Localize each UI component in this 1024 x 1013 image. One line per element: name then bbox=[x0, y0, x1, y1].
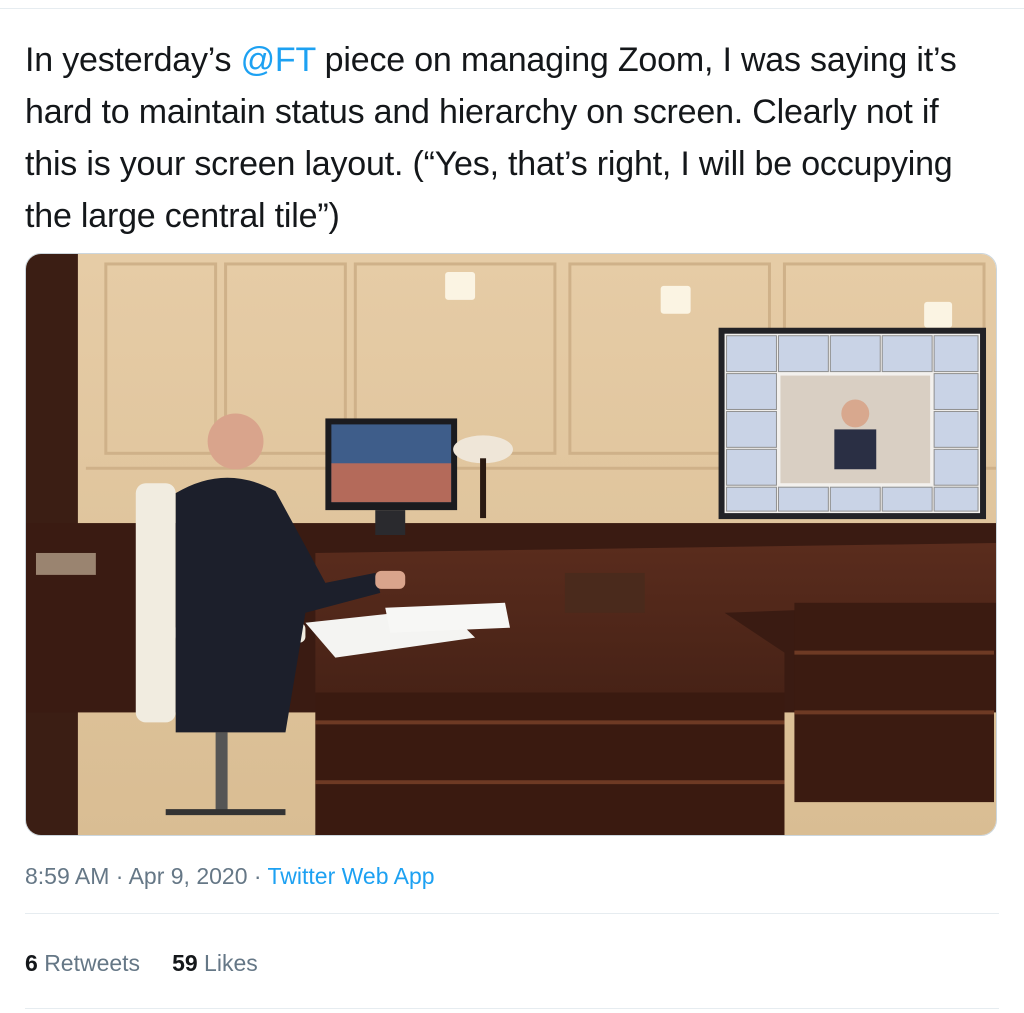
retweets-count: 6 bbox=[25, 950, 38, 976]
tweet-metadata: 8:59 AM · Apr 9, 2020 · Twitter Web App bbox=[25, 863, 435, 890]
likes-label: Likes bbox=[204, 950, 258, 976]
retweets-stat[interactable]: 6 Retweets bbox=[25, 950, 140, 976]
tweet-source-link[interactable]: Twitter Web App bbox=[268, 863, 435, 889]
meta-separator: · bbox=[247, 863, 268, 889]
retweets-label: Retweets bbox=[44, 950, 141, 976]
tweet-text-part-1: In yesterday’s bbox=[25, 41, 241, 79]
stats-divider bbox=[25, 913, 999, 914]
meta-separator: · bbox=[109, 863, 129, 889]
tweet-stats: 6 Retweets 59 Likes bbox=[25, 950, 290, 977]
mention-link[interactable]: @FT bbox=[241, 41, 316, 79]
tweet-photo[interactable] bbox=[25, 253, 997, 836]
top-divider bbox=[0, 8, 1024, 9]
tweet-time[interactable]: 8:59 AM bbox=[25, 863, 109, 889]
tweet-text: In yesterday’s @FT piece on managing Zoo… bbox=[25, 34, 985, 242]
likes-count: 59 bbox=[172, 950, 198, 976]
office-photo-illustration bbox=[26, 254, 996, 835]
likes-stat[interactable]: 59 Likes bbox=[172, 950, 258, 976]
bottom-divider bbox=[25, 1008, 999, 1009]
tweet-date[interactable]: Apr 9, 2020 bbox=[129, 863, 248, 889]
